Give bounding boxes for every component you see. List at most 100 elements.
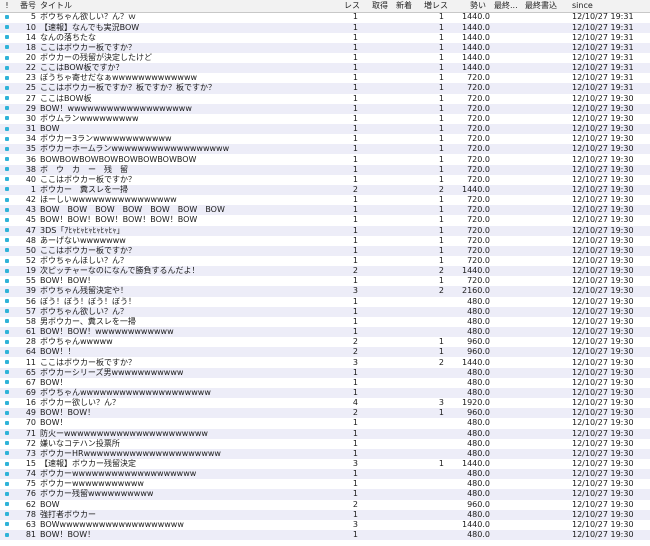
table-row[interactable]: 58 男ボウカー、糞スレを一掃 1 480.0 12/10/27 19:30 — [0, 317, 650, 327]
thread-momentum: 1440.0 — [462, 63, 490, 73]
table-row[interactable]: 48 あーげないwwwwwww 1 1 720.0 12/10/27 19:30 — [0, 236, 650, 246]
table-row[interactable]: 35 ボウカーホームランwwwwwwwwwwwwwwwwww 1 1 720.0 12/1… — [0, 144, 650, 155]
header-title[interactable]: タイトル — [40, 0, 72, 12]
header-number[interactable]: 番号 — [12, 0, 36, 12]
marker-dot-icon — [5, 177, 9, 182]
table-row[interactable]: 19 次ピッチャーなのになんで勝負するんだよ！ 2 2 1440.0 12/10/27 1… — [0, 266, 650, 277]
table-row[interactable]: 31 BOW 1 1 720.0 12/10/27 19:30 — [0, 124, 650, 135]
table-row[interactable]: 39 ボウちゃん残留決定や！ 3 2 2160.0 12/10/27 19:30 — [0, 286, 650, 297]
table-row[interactable]: 18 ここはボウカー板ですか？ 1 1 1440.0 12/10/27 19:31 — [0, 42, 650, 53]
table-row[interactable]: 34 ボウカー3ランwwwwwwwwwwww 1 1 720.0 12/10/27 19:… — [0, 134, 650, 144]
thread-res-count: 1 — [352, 276, 358, 286]
thread-number: 47 — [25, 225, 36, 235]
table-row[interactable]: 10 【速報】なんでも実況BOW 1 1 1440.0 12/10/27 19:31 — [0, 22, 650, 33]
marker-dot-icon — [5, 126, 9, 131]
table-row[interactable]: 57 ボウちゃん欲しい？ん？ 1 480.0 12/10/27 19:30 — [0, 306, 650, 317]
table-row[interactable]: 67 BOW！ 1 480.0 12/10/27 19:30 — [0, 378, 650, 388]
table-row[interactable]: 16 ボウカー欲しい？ん？ 4 3 1920.0 12/10/27 19:30 — [0, 398, 650, 408]
new-thread-marker-icon — [2, 33, 12, 43]
header-res[interactable]: レス — [344, 0, 360, 12]
thread-momentum: 720.0 — [467, 93, 490, 103]
header-increase[interactable]: 増レス — [424, 0, 448, 12]
table-row[interactable]: 23 ぼうちゃ寄せだなぁwwwwwwwwwwwww 1 1 720.0 12/10/27 … — [0, 73, 650, 83]
thread-since: 12/10/27 19:30 — [572, 316, 634, 326]
table-row[interactable]: 38 ボ ウ カ ー 残 留 1 1 720.0 12/10/27 19:30 — [0, 164, 650, 175]
thread-increase: 1 — [438, 42, 444, 52]
thread-increase: 2 — [438, 286, 444, 296]
thread-since: 12/10/27 19:30 — [572, 296, 634, 306]
header-new[interactable]: 新着 — [396, 0, 418, 12]
new-thread-marker-icon — [2, 43, 12, 53]
table-row[interactable]: 28 ボウちゃんwwwww 2 1 960.0 12/10/27 19:30 — [0, 337, 650, 347]
table-row[interactable]: 81 BOW！BOW！ 1 480.0 12/10/27 19:30 — [0, 530, 650, 541]
header-since[interactable]: since — [572, 0, 650, 12]
table-row[interactable]: 72 嫌いなコテハン投票所 1 480.0 12/10/27 19:30 — [0, 439, 650, 449]
table-row[interactable]: 14 なんの落ちたな 1 1 1440.0 12/10/27 19:31 — [0, 33, 650, 43]
thread-since: 12/10/27 19:30 — [572, 306, 634, 316]
thread-number: 70 — [25, 418, 36, 428]
table-row[interactable]: 70 BOW！ 1 480.0 12/10/27 19:30 — [0, 418, 650, 428]
table-row[interactable]: 47 3DS「ｱﾋｬﾋｬﾋｬﾋｬﾋｬﾋｬ」 1 1 720.0 12/10/27 19:3… — [0, 225, 650, 236]
table-row[interactable]: 61 BOW！BOW！wwwwwwwwwwww 1 480.0 12/10/27 19:… — [0, 327, 650, 338]
thread-number: 28 — [25, 337, 36, 347]
thread-increase: 1 — [438, 113, 444, 123]
thread-title: ここはBOW板ですか？ — [40, 63, 124, 73]
table-row[interactable]: 55 BOW！BOW！ 1 1 720.0 12/10/27 19:30 — [0, 276, 650, 286]
new-thread-marker-icon — [2, 185, 12, 195]
thread-number: 20 — [25, 53, 36, 62]
header-last[interactable]: 最終... — [494, 0, 522, 12]
table-row[interactable]: 63 BOWwwwwwwwwwwwwwwwwwww 3 1440.0 12/10/27 … — [0, 520, 650, 530]
table-row[interactable]: 62 BOW 2 960.0 12/10/27 19:30 — [0, 500, 650, 510]
thread-increase: 1 — [438, 276, 444, 286]
thread-number: 56 — [25, 296, 36, 306]
table-row[interactable]: 42 ほーしいwwwwwwwwwwwwwwww 1 1 720.0 12/10/27 19… — [0, 195, 650, 205]
header-mark[interactable]: ! — [2, 0, 12, 12]
thread-since: 12/10/27 19:30 — [572, 235, 634, 245]
table-row[interactable]: 36 BOWBOWBOWBOWBOWBOWBOWBOW 1 1 720.0 12/10/2… — [0, 155, 650, 165]
thread-number: 62 — [25, 499, 36, 509]
table-row[interactable]: 20 ボウカーの残留が決定したけど 1 1 1440.0 12/10/27 19:31 — [0, 53, 650, 63]
new-thread-marker-icon — [2, 276, 12, 286]
table-row[interactable]: 11 ここはボウカー板ですか？ 3 2 1440.0 12/10/27 19:30 — [0, 358, 650, 368]
table-row[interactable]: 29 BOW！wwwwwwwwwwwwwwwwwww 1 1 720.0 12/10/27… — [0, 103, 650, 114]
table-row[interactable]: 30 ボウムランwwwwwwwww 1 1 720.0 12/10/27 19:30 — [0, 114, 650, 124]
thread-momentum: 720.0 — [467, 113, 490, 123]
thread-since: 12/10/27 19:30 — [572, 387, 634, 397]
thread-number: 18 — [25, 42, 36, 52]
thread-since: 12/10/27 19:30 — [572, 103, 634, 113]
table-row[interactable]: 65 ボウカーシリーズ男wwwwwwwwwww 1 480.0 12/10/27 19:… — [0, 367, 650, 378]
table-row[interactable]: 52 ボウちゃんほしい？ん？ 1 1 720.0 12/10/27 19:30 — [0, 256, 650, 266]
table-row[interactable]: 40 ここはボウカー板ですか？ 1 1 720.0 12/10/27 19:30 — [0, 175, 650, 185]
header-get[interactable]: 取得 — [372, 0, 394, 12]
thread-since: 12/10/27 19:30 — [572, 286, 634, 296]
table-row[interactable]: 71 防火ーwwwwwwwwwwwwwwwwwwwwww 1 480.0 12/10/2… — [0, 428, 650, 439]
table-row[interactable]: 56 ぼう！ぼう！ぼう！ぼう！ 1 480.0 12/10/27 19:30 — [0, 297, 650, 307]
table-row[interactable]: 73 ボウカーHRwwwwwwwwwwwwwwwwwwwww 1 480.0 12/10… — [0, 448, 650, 459]
table-row[interactable]: 43 BOW BOW BOW BOW BOW BOW BOW 1 1 720.0 12/1… — [0, 205, 650, 216]
table-row[interactable]: 74 ボウカーwwwwwwwwwwwwwwwwwww 1 480.0 12/10/27 … — [0, 469, 650, 480]
marker-dot-icon — [5, 258, 9, 263]
thread-res-count: 1 — [352, 83, 358, 93]
table-row[interactable]: 27 ここはBOW板 1 1 720.0 12/10/27 19:30 — [0, 94, 650, 104]
new-thread-marker-icon — [2, 124, 12, 134]
thread-since: 12/10/27 19:30 — [572, 164, 634, 174]
thread-res-count: 2 — [352, 347, 358, 357]
table-row[interactable]: 76 ボウカー残留wwwwwwwwww 1 480.0 12/10/27 19:30 — [0, 489, 650, 500]
table-row[interactable]: 49 BOW！BOW！ 2 1 960.0 12/10/27 19:30 — [0, 408, 650, 419]
table-row[interactable]: 78 強打者ボウカー 1 480.0 12/10/27 19:30 — [0, 509, 650, 520]
table-row[interactable]: 22 ここはBOW板ですか？ 1 1 1440.0 12/10/27 19:31 — [0, 63, 650, 74]
thread-number: 75 — [25, 479, 36, 489]
table-row[interactable]: 5 ボウちゃん欲しい？ん？ｗ 1 1 1440.0 12/10/27 19:31 — [0, 12, 650, 22]
table-row[interactable]: 15 【速報】ボウカー残留決定 3 1 1440.0 12/10/27 19:30 — [0, 459, 650, 469]
thread-since: 12/10/27 19:30 — [572, 327, 634, 337]
table-row[interactable]: 50 ここはボウカー板ですか？ 1 1 720.0 12/10/27 19:30 — [0, 245, 650, 256]
table-row[interactable]: 45 BOW！BOW！BOW！BOW！BOW！BOW 1 1 720.0 12/10/27… — [0, 215, 650, 225]
header-momentum[interactable]: 勢い — [470, 0, 486, 12]
table-row[interactable]: 69 ボウちゃんwwwwwwwwwwwwwwwwwwww 1 480.0 12/10/2… — [0, 387, 650, 399]
table-row[interactable]: 1 ボウカー 糞スレを一掃 2 2 1440.0 12/10/27 19:30 — [0, 184, 650, 196]
table-row[interactable]: 64 BOW！！ 2 1 960.0 12/10/27 19:30 — [0, 347, 650, 358]
table-row[interactable]: 25 ここはボウカー板ですか？板ですか？板ですか？ 1 1 720.0 12/10/27 … — [0, 83, 650, 94]
header-last-write[interactable]: 最終書込 — [525, 0, 567, 12]
thread-increase: 1 — [438, 32, 444, 42]
table-row[interactable]: 75 ボウカーwwwwwwwwwww 1 480.0 12/10/27 19:30 — [0, 479, 650, 489]
